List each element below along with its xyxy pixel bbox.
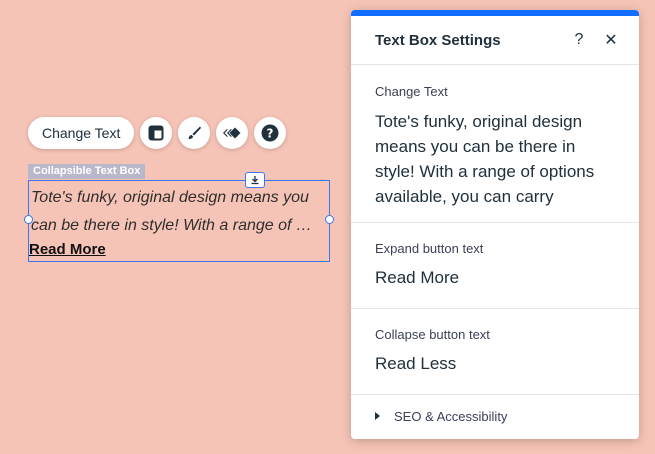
text-line: can be there in style! With a range of … [31,217,312,234]
animation-button[interactable] [216,117,249,149]
seo-accessibility-label: SEO & Accessibility [394,408,508,424]
help-button[interactable]: ? [254,117,287,149]
collapsible-text-content: Tote's funky, original design means you … [31,184,331,240]
change-text-input[interactable]: Tote's funky, original design means you … [375,109,615,209]
expand-button-section: Expand button text Read More [351,223,639,309]
close-icon[interactable]: ✕ [599,28,623,52]
text-box-settings-panel: Text Box Settings ? ✕ Change Text Tote's… [351,10,639,439]
caret-right-icon [375,412,380,420]
expand-button-input[interactable]: Read More [375,268,615,288]
resize-handle-right[interactable] [325,215,334,224]
brush-icon [188,126,202,139]
change-text-label: Change Text [375,84,448,99]
help-icon[interactable]: ? [567,28,591,52]
change-text-section: Change Text Tote's funky, original desig… [351,65,639,223]
panel-header: Text Box Settings ? ✕ [351,16,639,65]
text-line: Tote's funky, original design means you [31,189,309,206]
change-text-button[interactable]: Change Text [28,117,135,149]
layout-button[interactable] [140,117,173,149]
help-icon: ? [261,124,279,142]
resize-handle-left[interactable] [24,215,33,224]
expand-button-label: Expand button text [375,241,484,256]
read-more-link[interactable]: Read More [29,241,106,258]
collapse-button-input[interactable]: Read Less [375,354,615,374]
panel-title: Text Box Settings [375,31,501,49]
element-toolbar: Change Text ? [28,117,287,149]
element-type-tag: Collapsible Text Box [28,164,146,179]
collapse-button-section: Collapse button text Read Less [351,309,639,395]
svg-text:?: ? [267,127,274,141]
collapse-button-label: Collapse button text [375,327,490,342]
layout-icon [148,125,164,141]
seo-accessibility-toggle[interactable]: SEO & Accessibility [351,395,639,437]
animation-icon [223,127,241,139]
design-button[interactable] [178,117,211,149]
collapsible-text-box[interactable]: Tote's funky, original design means you … [24,172,334,262]
